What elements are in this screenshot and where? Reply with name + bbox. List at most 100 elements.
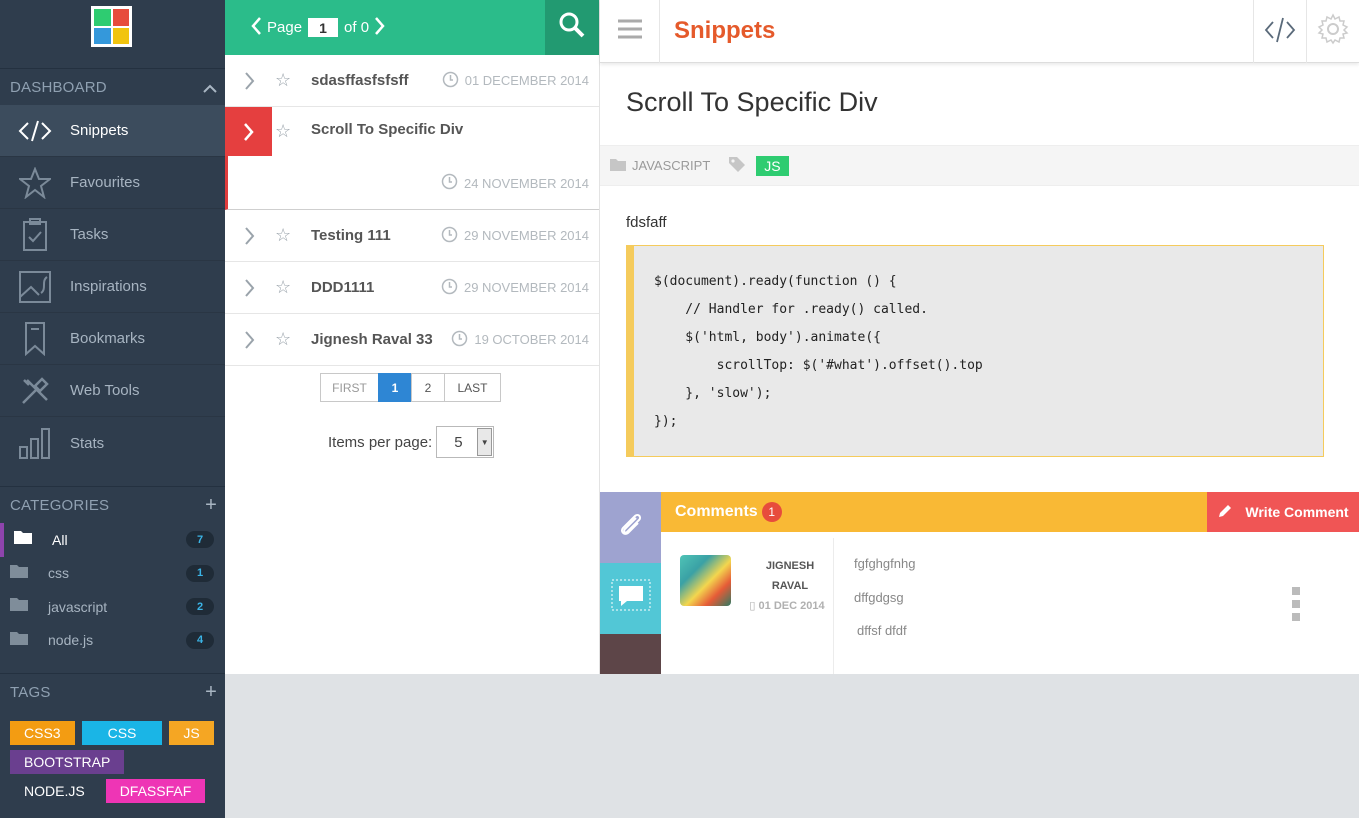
- nav-label: Inspirations: [70, 278, 147, 295]
- clock-icon: [451, 330, 468, 350]
- items-per-page-label: Items per page:: [328, 433, 433, 451]
- nav-label: Bookmarks: [70, 330, 146, 347]
- nav-item-stats[interactable]: Stats: [0, 417, 225, 469]
- nav-item-snippets[interactable]: Snippets: [0, 105, 225, 157]
- folder-icon: [0, 564, 48, 583]
- page-title: Snippets: [674, 17, 776, 44]
- snippet-title-heading: Scroll To Specific Div: [626, 87, 878, 117]
- nav-item-inspirations[interactable]: Inspirations: [0, 261, 225, 313]
- list-item[interactable]: ☆ sdasffasfsfsff 01 DECEMBER 2014: [225, 55, 599, 107]
- list-item-selected[interactable]: ☆ Scroll To Specific Div 24 NOVEMBER 201…: [225, 107, 599, 210]
- favourite-star-icon[interactable]: ☆: [275, 329, 299, 350]
- next-page-chevron-icon[interactable]: [375, 16, 385, 39]
- category-item-all[interactable]: All 7: [0, 523, 225, 557]
- attachments-tab[interactable]: [600, 492, 661, 563]
- app-logo[interactable]: [91, 6, 132, 47]
- tag-dfassfaf[interactable]: DFASSFAF: [105, 779, 206, 803]
- chevron-right-icon[interactable]: [225, 226, 275, 245]
- first-page-button[interactable]: FIRST: [320, 373, 379, 402]
- chevron-right-icon[interactable]: [225, 330, 275, 349]
- pencil-icon: [1217, 503, 1233, 522]
- image-icon: [0, 270, 70, 303]
- comments-header: Comments 1 Write Comment: [661, 492, 1359, 532]
- tag-bootstrap[interactable]: BOOTSTRAP: [10, 750, 125, 774]
- tag-icon: [728, 156, 746, 175]
- add-tag-plus-icon[interactable]: +: [205, 681, 217, 704]
- category-count-badge: 1: [186, 564, 214, 582]
- paperclip-icon: [616, 510, 646, 545]
- page-2-button[interactable]: 2: [411, 373, 445, 402]
- chevron-right-icon[interactable]: [225, 107, 272, 156]
- nav-item-tasks[interactable]: Tasks: [0, 209, 225, 261]
- snippet-title: sdasffasfsfsff: [311, 72, 409, 89]
- dropdown-arrow-icon[interactable]: ▼: [477, 428, 493, 456]
- snippet-tag-js[interactable]: JS: [756, 155, 789, 176]
- settings-button[interactable]: [1306, 0, 1359, 63]
- favourite-star-icon[interactable]: ☆: [275, 121, 299, 142]
- clock-icon: [442, 71, 459, 91]
- tag-js[interactable]: JS: [169, 721, 214, 745]
- clock-icon: [441, 173, 458, 193]
- extra-tab[interactable]: [600, 634, 661, 674]
- list-item[interactable]: ☆ Jignesh Raval 33 19 OCTOBER 2014: [225, 314, 599, 366]
- favourite-star-icon[interactable]: ☆: [275, 277, 299, 298]
- nav-item-favourites[interactable]: Favourites: [0, 157, 225, 209]
- last-page-button[interactable]: LAST: [444, 373, 501, 402]
- nav-label: Tasks: [70, 226, 109, 243]
- list-item[interactable]: ☆ Testing 111 29 NOVEMBER 2014: [225, 210, 599, 262]
- page-number-input[interactable]: 1: [308, 18, 339, 37]
- snippet-title: Jignesh Raval 33: [311, 331, 433, 348]
- search-button[interactable]: [545, 0, 599, 55]
- clock-icon: [441, 278, 458, 298]
- prev-page-chevron-icon[interactable]: [251, 16, 261, 39]
- folder-icon: [610, 158, 626, 174]
- comment-options-kebab-icon[interactable]: [1292, 587, 1300, 621]
- code-view-button[interactable]: [1253, 0, 1306, 63]
- snippet-title: DDD1111: [311, 279, 375, 296]
- add-category-plus-icon[interactable]: +: [205, 494, 217, 517]
- chevron-right-icon[interactable]: [225, 278, 275, 297]
- comment-author-last: RAVAL: [771, 580, 809, 592]
- snippet-detail-panel: Snippets Scroll To Specific Div JAVASCRI…: [600, 0, 1359, 674]
- folder-icon: [0, 631, 48, 650]
- comment-line: dffgdgsg: [854, 590, 904, 605]
- list-toolbar: Page 1 of 0: [225, 0, 599, 55]
- favourite-star-icon[interactable]: ☆: [275, 225, 299, 246]
- collapse-chevron-icon[interactable]: [203, 76, 217, 99]
- pagination: FIRST 1 2 LAST: [320, 373, 501, 402]
- comment-date: ▯ 01 DEC 2014: [733, 599, 841, 612]
- category-count-badge: 4: [186, 631, 214, 649]
- favourite-star-icon[interactable]: ☆: [275, 70, 299, 91]
- nav-item-web-tools[interactable]: Web Tools: [0, 365, 225, 417]
- comment-author: JIGNESH RAVAL: [745, 556, 835, 596]
- category-count-badge: 2: [186, 598, 214, 616]
- tag-css3[interactable]: CSS3: [10, 721, 75, 745]
- category-item-css[interactable]: css 1: [0, 557, 225, 591]
- snippet-date: 29 NOVEMBER 2014: [463, 280, 589, 295]
- dashboard-section-header[interactable]: DASHBOARD: [0, 69, 225, 105]
- comments-tab[interactable]: [600, 563, 661, 634]
- comments-label: Comments: [675, 503, 758, 520]
- write-comment-button[interactable]: Write Comment: [1207, 492, 1359, 532]
- comment-author-first: JIGNESH: [765, 560, 815, 572]
- categories-section-header: CATEGORIES +: [0, 487, 225, 523]
- code-block: $(document).ready(function () { // Handl…: [626, 245, 1324, 457]
- category-item-javascript[interactable]: javascript 2: [0, 590, 225, 624]
- nav-item-bookmarks[interactable]: Bookmarks: [0, 313, 225, 365]
- items-per-page-select[interactable]: 5 ▼: [436, 426, 495, 458]
- folder-icon: [4, 530, 52, 549]
- speech-bubble-icon: [611, 579, 651, 618]
- page-1-button[interactable]: 1: [378, 373, 412, 402]
- snippet-category[interactable]: JAVASCRIPT: [632, 158, 710, 173]
- sidebar: DASHBOARD Snippets Favourites Tasks Insp…: [0, 0, 225, 818]
- chevron-right-icon[interactable]: [225, 71, 275, 90]
- hamburger-icon: [617, 19, 642, 44]
- dashboard-label: DASHBOARD: [10, 78, 107, 96]
- category-item-nodejs[interactable]: node.js 4: [0, 624, 225, 658]
- snippet-description: fdsfaff: [626, 214, 667, 231]
- code-icon: [0, 119, 70, 143]
- list-item[interactable]: ☆ DDD1111 29 NOVEMBER 2014: [225, 262, 599, 314]
- tag-css[interactable]: CSS: [81, 721, 163, 745]
- menu-button[interactable]: [600, 0, 660, 63]
- tag-nodejs[interactable]: NODE.JS: [10, 779, 99, 803]
